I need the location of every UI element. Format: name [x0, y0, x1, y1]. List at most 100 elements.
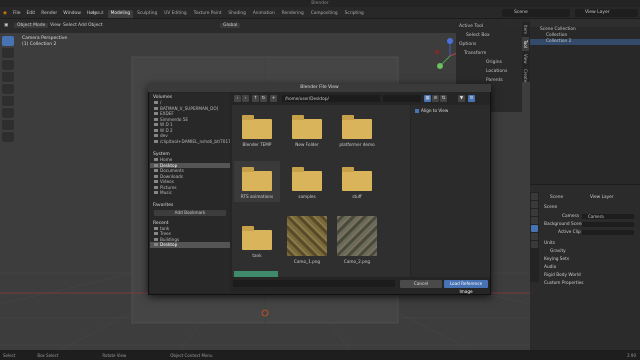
tab-modeling[interactable]: Modeling — [107, 10, 134, 18]
affect-origins[interactable]: Origins — [456, 58, 522, 67]
select-box-option[interactable]: Select Box — [456, 31, 522, 40]
tab-compositing[interactable]: Compositing — [308, 10, 341, 18]
status-rotate-view: Rotate View — [102, 353, 127, 358]
collection-props-icon[interactable] — [531, 241, 538, 248]
menu-select[interactable]: Select — [63, 23, 77, 28]
tab-scripting[interactable]: Scripting — [342, 10, 367, 18]
menu-edit[interactable]: Edit — [26, 11, 35, 16]
file-item[interactable]: Blender TEMP — [234, 115, 280, 147]
system-item[interactable]: Music — [150, 190, 230, 196]
recent-item[interactable]: Desktop — [150, 242, 230, 248]
tab-texture-paint[interactable]: Texture Paint — [191, 10, 225, 18]
scale-tool-icon[interactable] — [2, 84, 14, 94]
scene-props-icon[interactable] — [531, 225, 538, 232]
panel-rigid-body-world[interactable]: Rigid Body World — [544, 273, 581, 278]
panel-audio[interactable]: Audio — [544, 265, 556, 270]
add-bookmark-button[interactable]: Add Bookmark — [154, 209, 226, 216]
menu-file[interactable]: File — [13, 11, 21, 16]
sidebar-tab-view[interactable]: View — [522, 51, 529, 67]
tab-layout[interactable]: Layout — [86, 10, 107, 18]
file-item[interactable]: Camo_2.png — [334, 216, 380, 264]
rotate-tool-icon[interactable] — [2, 72, 14, 82]
sort-icon[interactable]: ⇅ — [440, 95, 447, 102]
sidebar-tab-tool[interactable]: Tool — [522, 37, 529, 51]
active-clip-field[interactable] — [582, 230, 634, 235]
forward-icon[interactable]: › — [242, 95, 249, 102]
blender-logo-icon[interactable]: ◉ — [3, 11, 7, 16]
active-tool-header[interactable]: Active Tool — [456, 22, 522, 31]
tool-shelf — [2, 36, 16, 166]
align-to-view-checkbox[interactable]: Align to View — [411, 105, 490, 116]
panel-custom-properties[interactable]: Custom Properties — [544, 281, 584, 286]
tab-shading[interactable]: Shading — [225, 10, 248, 18]
directory-path-field[interactable]: /home/user/Desktop/ — [282, 95, 380, 102]
file-browser-sidebar: Volumes / BATMAN_V_SUPERMAN_DO] EXDEF Si… — [150, 93, 230, 293]
system-header[interactable]: System — [150, 150, 230, 157]
cancel-button[interactable]: Cancel — [400, 280, 442, 288]
panel-units[interactable]: Units — [544, 241, 555, 246]
recent-header[interactable]: Recent — [150, 219, 230, 226]
transform-orientation[interactable]: Global — [220, 23, 241, 28]
background-scene-field[interactable] — [582, 222, 634, 227]
output-props-icon[interactable] — [531, 209, 538, 216]
load-reference-image-button[interactable]: Load Reference Image — [444, 280, 488, 294]
measure-tool-icon[interactable] — [2, 120, 14, 130]
new-folder-icon[interactable]: + — [270, 95, 277, 102]
list-view-icon[interactable]: ≡ — [432, 95, 439, 102]
outliner-row[interactable]: Collection 2 — [530, 39, 640, 45]
dialog-title[interactable]: Blender File View — [148, 84, 491, 92]
view-layer-props-icon[interactable] — [531, 217, 538, 224]
file-item[interactable]: tank — [234, 226, 280, 258]
menu-object[interactable]: Object — [88, 23, 103, 28]
file-item[interactable]: samples — [284, 167, 330, 199]
transform-header[interactable]: Transform — [456, 49, 522, 58]
file-item[interactable]: Camo_1.png — [284, 216, 330, 264]
tool-props-icon[interactable] — [531, 193, 538, 200]
favorites-header[interactable]: Favorites — [150, 201, 230, 208]
view-layer-selector[interactable]: View Layer — [575, 9, 638, 17]
tab-rendering[interactable]: Rendering — [279, 10, 307, 18]
render-props-icon[interactable] — [531, 201, 538, 208]
transform-tool-icon[interactable] — [2, 96, 14, 106]
parent-dir-icon[interactable]: ↑ — [252, 95, 259, 102]
add-cube-tool-icon[interactable] — [2, 132, 14, 142]
menu-view[interactable]: View — [50, 23, 61, 28]
editor-type-icon[interactable]: ▣ — [4, 23, 8, 28]
world-props-icon[interactable] — [531, 233, 538, 240]
scene-selector[interactable]: Scene — [502, 9, 570, 17]
mode-selector[interactable]: Object Mode — [14, 23, 49, 28]
menu-render[interactable]: Render — [41, 11, 57, 16]
back-icon[interactable]: ‹ — [234, 95, 241, 102]
options-gear-icon[interactable]: ⚙ — [468, 95, 475, 102]
menu-add[interactable]: Add — [78, 23, 87, 28]
options-header[interactable]: Options — [456, 40, 522, 49]
camera-field[interactable]: Camera — [582, 214, 634, 219]
search-filter-input[interactable] — [383, 95, 421, 102]
panel-keying-sets[interactable]: Keying Sets — [544, 257, 569, 262]
sidebar-tab-item[interactable]: Item — [522, 22, 529, 37]
file-item[interactable]: RTS animations — [234, 161, 280, 202]
scene-section-header[interactable]: Scene — [544, 205, 557, 210]
file-item[interactable]: stuff — [334, 167, 380, 199]
filter-icon[interactable]: ▼ — [458, 95, 465, 102]
volume-item[interactable]: /clip/tool+DAMIEL_nshoti_bt/70177/ca — [150, 139, 230, 145]
filename-input[interactable] — [233, 280, 395, 287]
refresh-icon[interactable]: ↻ — [260, 95, 267, 102]
panel-gravity[interactable]: Gravity — [550, 249, 566, 254]
affect-locations[interactable]: Locations — [456, 67, 522, 76]
cursor-tool-icon[interactable] — [2, 48, 14, 58]
annotate-tool-icon[interactable] — [2, 108, 14, 118]
tab-sculpting[interactable]: Sculpting — [134, 10, 160, 18]
move-tool-icon[interactable] — [2, 60, 14, 70]
thumbnail-view-icon[interactable]: ▦ — [424, 95, 431, 102]
file-item[interactable]: platformer demo — [334, 115, 380, 147]
active-clip-label: Active Clip — [558, 230, 581, 235]
tab-animation[interactable]: Animation — [250, 10, 278, 18]
file-item[interactable]: New Folder — [284, 115, 330, 147]
image-thumbnail-partial[interactable] — [234, 271, 278, 277]
tab-uv-editing[interactable]: UV Editing — [161, 10, 189, 18]
select-box-tool-icon[interactable] — [2, 36, 14, 46]
menu-window[interactable]: Window — [63, 11, 81, 16]
volumes-header[interactable]: Volumes — [150, 93, 230, 100]
sidebar-tab-create[interactable]: Create — [522, 66, 529, 85]
